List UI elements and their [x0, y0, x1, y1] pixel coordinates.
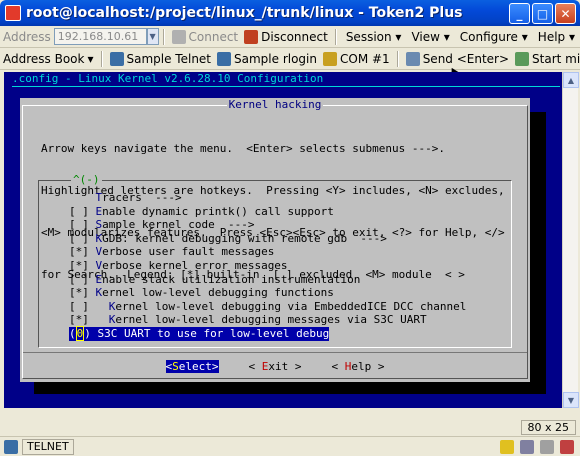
help-button[interactable]: < Help > [332, 360, 385, 373]
scroll-indicator: ^(-) [71, 173, 102, 186]
separator [100, 50, 103, 67]
chevron-down-icon: ▼ [567, 395, 575, 405]
maximize-button[interactable]: □ [532, 3, 553, 24]
menu-items: Tracers ---> [ ] Enable dynamic printk()… [69, 191, 466, 341]
address-dropdown[interactable]: ▼ [146, 28, 159, 45]
serial-port-icon [323, 51, 337, 66]
sample-telnet-label: Sample Telnet [126, 51, 212, 66]
menu-item-low-level-debug[interactable]: [*] Kernel low-level debugging functions [69, 286, 466, 300]
address-book-label: Address Book [3, 51, 85, 66]
title-bar: root@localhost:/project/linux_/trunk/lin… [0, 0, 580, 26]
terminal-size: 80 x 25 [520, 420, 576, 435]
menu-item-kgdb[interactable]: [ ] KGDB: kernel debugging with remote g… [69, 232, 466, 246]
menu-item-verbose-user-fault[interactable]: [*] Verbose user fault messages [69, 245, 466, 259]
minimize-button[interactable]: _ [509, 3, 530, 24]
disconnect-label: Disconnect [261, 29, 328, 44]
menu-item-sample-kernel-code[interactable]: [ ] Sample kernel code ---> [69, 218, 466, 232]
menu-configure[interactable]: Configure ▾ [455, 30, 533, 44]
menu-item-dynamic-printk[interactable]: [ ] Enable dynamic printk() call support [69, 205, 466, 219]
menu-item-debug-dcc-channel[interactable]: [ ] Kernel low-level debugging via Embed… [69, 300, 466, 314]
terminal-icon [109, 51, 124, 66]
config-title-rule [12, 86, 560, 87]
config-title: .config - Linux Kernel v2.6.28.10 Config… [12, 72, 324, 85]
connect-button[interactable]: Connect [169, 29, 242, 44]
terminal-size-bar: 80 x 25 [0, 419, 580, 436]
address-book-button[interactable]: Address Book ▾ [0, 52, 97, 66]
start-midc-button[interactable]: Start midc [512, 51, 580, 66]
menu-session[interactable]: Session ▾ [341, 30, 407, 44]
vertical-scrollbar[interactable]: ▲ ▼ [562, 72, 579, 408]
status-light-icon [500, 439, 514, 454]
close-icon: ✕ [560, 6, 571, 21]
com1-button[interactable]: COM #1 [320, 51, 393, 66]
dialog-buttons: <Select> < Exit > < Help > [20, 360, 530, 373]
menu-help[interactable]: Help ▾ [533, 30, 580, 44]
terminal-icon [217, 51, 232, 66]
status-bar: TELNET [0, 436, 580, 456]
connection-icon [4, 439, 18, 454]
help-line: Arrow keys navigate the menu. <Enter> se… [41, 142, 445, 155]
com1-label: COM #1 [340, 51, 390, 66]
address-label: Address [3, 29, 51, 44]
connect-icon [171, 29, 186, 44]
scroll-down-button[interactable]: ▼ [563, 392, 579, 408]
start-midc-label: Start midc [532, 51, 580, 66]
connect-label: Connect [188, 29, 239, 44]
dialog-shadow [530, 112, 546, 394]
terminal-screen[interactable]: .config - Linux Kernel v2.6.28.10 Config… [4, 72, 562, 408]
separator [396, 50, 399, 67]
dialog-separator [23, 352, 527, 353]
menu-list-box: ^(-) Tracers ---> [ ] Enable dynamic pri… [38, 173, 512, 348]
address-input[interactable]: 192.168.10.61 [53, 28, 147, 45]
disconnect-button[interactable]: Disconnect [241, 29, 331, 44]
dialog-title: Kernel hacking [226, 98, 324, 111]
sample-rlogin-label: Sample rlogin [234, 51, 317, 66]
log-icon [560, 439, 574, 454]
menu-item-verbose-kernel-error[interactable]: [*] Verbose kernel error messages [69, 259, 466, 273]
maximize-icon: □ [536, 6, 549, 21]
send-icon [405, 51, 420, 66]
scroll-up-button[interactable]: ▲ [563, 72, 579, 88]
separator [162, 28, 165, 45]
sample-telnet-button[interactable]: Sample Telnet [107, 51, 215, 66]
menu-item-stack-utilization[interactable]: [ ] Enable stack utilization instrumenta… [69, 273, 466, 287]
minimize-icon: _ [516, 6, 523, 21]
sample-rlogin-button[interactable]: Sample rlogin [214, 51, 320, 66]
chevron-up-icon: ▲ [567, 75, 575, 85]
separator [334, 28, 337, 45]
menu-item-s3c-uart-selected[interactable]: (0) S3C UART to use for low-level debug [69, 325, 330, 341]
dialog-shadow [34, 382, 546, 394]
app-icon [5, 5, 21, 21]
protocol-label: TELNET [22, 438, 74, 455]
address-toolbar: Address 192.168.10.61 ▼ Connect Disconne… [0, 26, 580, 48]
script-icon [515, 51, 530, 66]
window-title: root@localhost:/project/linux_/trunk/lin… [26, 5, 463, 21]
close-button[interactable]: ✕ [555, 3, 576, 24]
select-button[interactable]: <Select> [165, 360, 219, 373]
exit-button[interactable]: < Exit > [249, 360, 302, 373]
menuconfig-dialog: Kernel hacking Arrow keys navigate the m… [20, 98, 530, 382]
quick-toolbar: Address Book ▾ Sample Telnet Sample rlog… [0, 48, 580, 70]
menu-item-tracers[interactable]: Tracers ---> [69, 191, 466, 205]
lock-icon [540, 439, 554, 454]
menu-item-debug-s3c-uart[interactable]: [*] Kernel low-level debugging messages … [69, 313, 466, 327]
send-enter-label: Send <Enter> [422, 51, 510, 66]
disconnect-icon [244, 29, 259, 44]
capture-icon [520, 439, 534, 454]
menu-view[interactable]: View ▾ [406, 30, 454, 44]
